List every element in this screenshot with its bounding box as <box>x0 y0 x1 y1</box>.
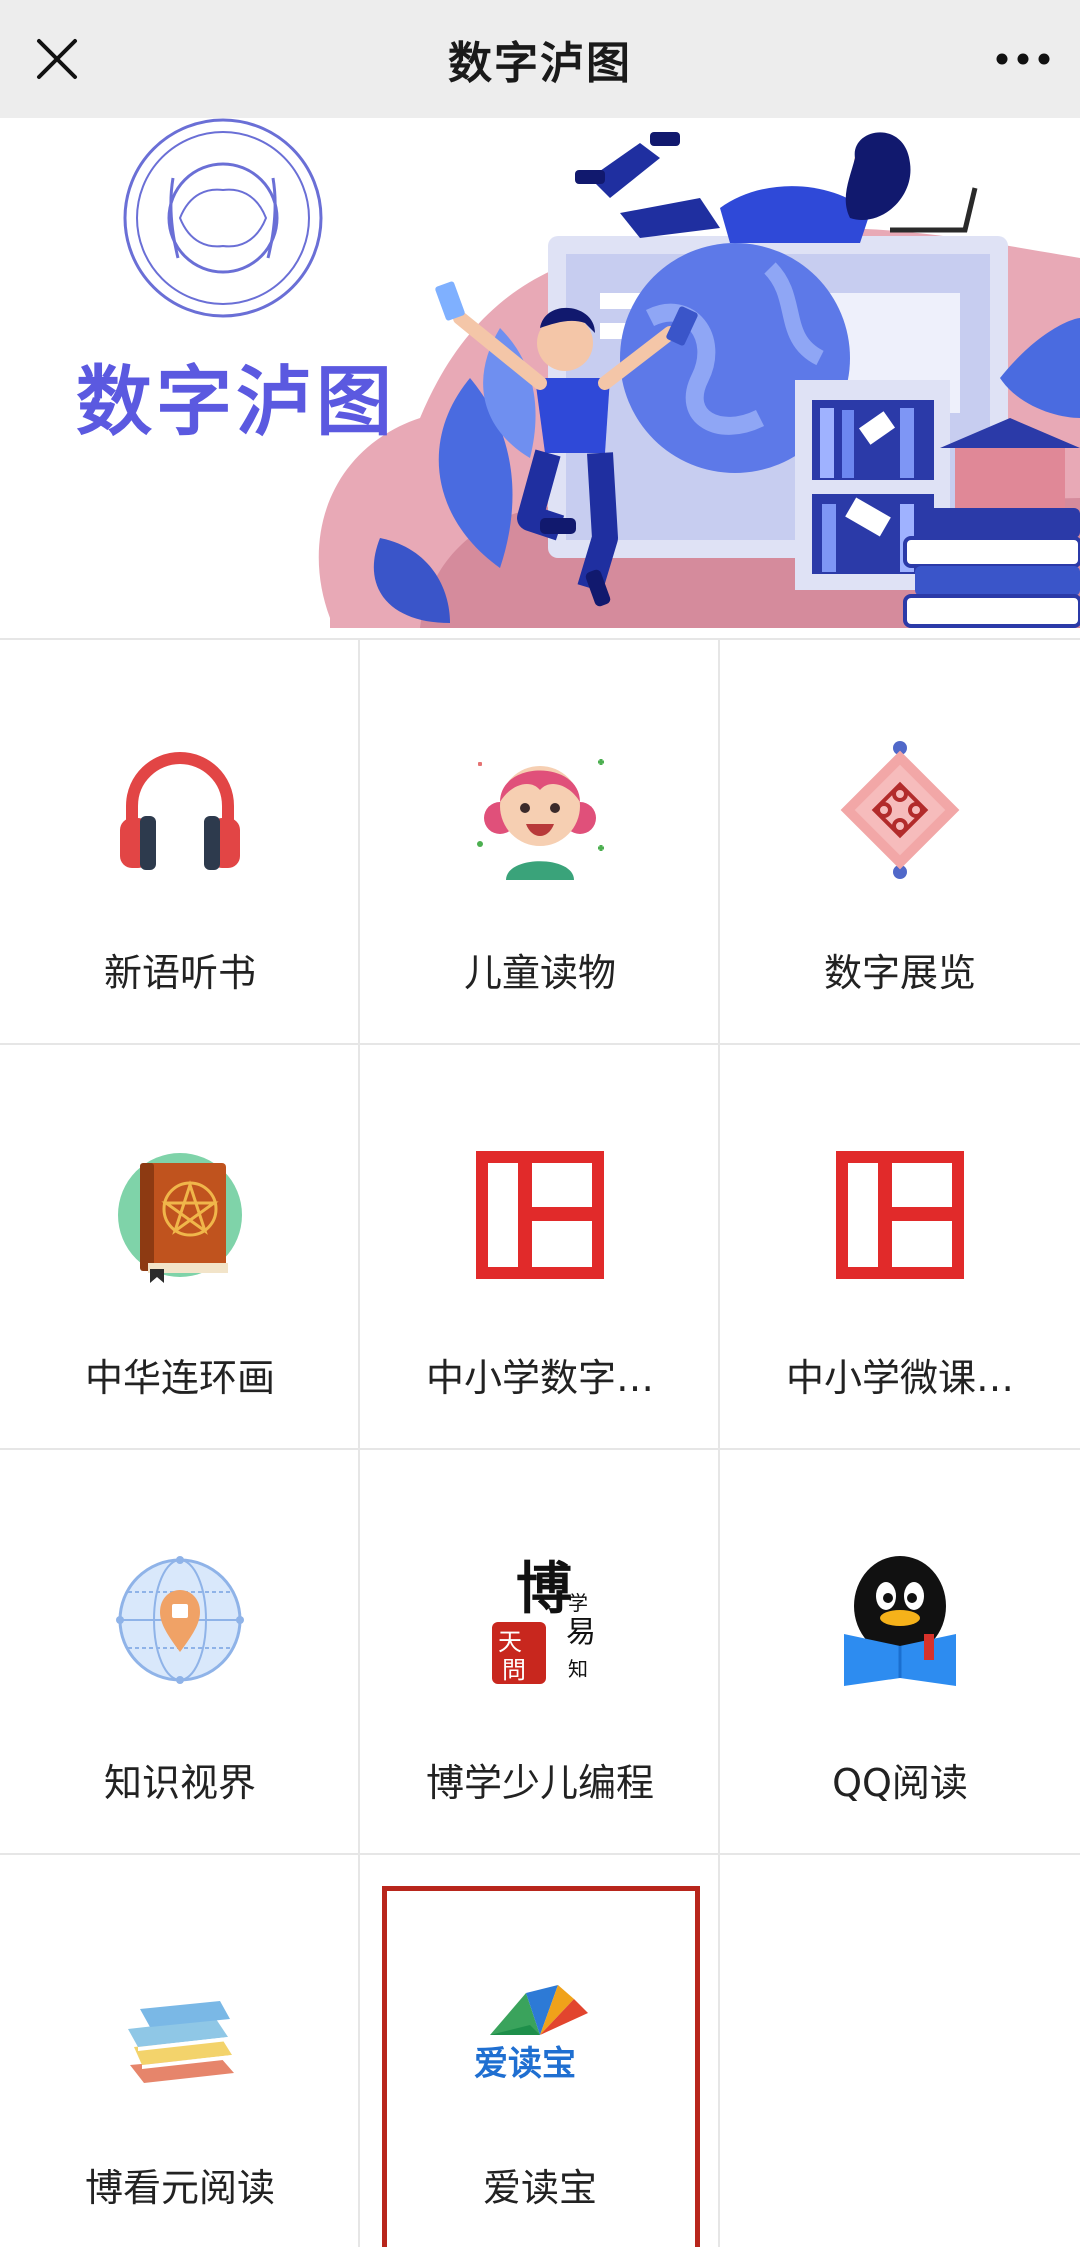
grid-item-boxue-coding[interactable]: 博 学 易 知 天 問 博学少儿编程 <box>360 1450 720 1855</box>
red-frame-logo-icon <box>830 1145 970 1285</box>
svg-text:爱读宝: 爱读宝 <box>474 2044 576 2084</box>
hero-banner[interactable]: 数字泸图 <box>0 118 1080 628</box>
grid-item-xinyu-audiobook[interactable]: 新语听书 <box>0 640 360 1045</box>
aidubao-logo-icon: 爱读宝 <box>470 1955 610 2095</box>
grid-item-qq-reading[interactable]: QQ阅读 <box>720 1450 1080 1855</box>
grid-item-label: 儿童读物 <box>463 951 616 995</box>
grid-item-label: 博看元阅读 <box>84 2166 275 2210</box>
grid-item-label: 新语听书 <box>103 951 256 995</box>
close-icon <box>37 39 77 79</box>
grid-empty-cell <box>720 1855 1080 2247</box>
grid-item-k12-microlessons[interactable]: 中小学微课… <box>720 1045 1080 1450</box>
red-frame-logo-icon <box>470 1145 610 1285</box>
book-stack-icon <box>110 1955 250 2095</box>
grid-item-digital-exhibition[interactable]: 数字展览 <box>720 640 1080 1045</box>
svg-text:学: 学 <box>568 1591 588 1615</box>
grid-item-label: 爱读宝 <box>482 2166 597 2210</box>
grid-item-label: 中小学数字… <box>425 1356 654 1400</box>
book-pentagram-icon <box>110 1145 250 1285</box>
grid-item-chinese-comics[interactable]: 中华连环画 <box>0 1045 360 1450</box>
chinese-knot-icon <box>830 740 970 880</box>
library-seal-logo <box>118 118 328 328</box>
svg-text:問: 問 <box>502 1656 526 1684</box>
service-grid: 新语听书 儿童读物 数字展览 中华连环画 中小学数字… 中小学微课… 知识视界 … <box>0 638 1080 2247</box>
svg-text:知: 知 <box>568 1657 588 1681</box>
banner-title: 数字泸图 <box>76 357 396 446</box>
top-navbar: 数字泸图 <box>0 0 1080 118</box>
grid-item-k12-digital[interactable]: 中小学数字… <box>360 1045 720 1450</box>
girl-face-icon <box>470 740 610 880</box>
penguin-reading-icon <box>830 1550 970 1690</box>
grid-item-label: QQ阅读 <box>832 1761 968 1805</box>
more-options-button[interactable] <box>988 24 1058 94</box>
svg-text:易: 易 <box>566 1615 596 1650</box>
svg-text:天: 天 <box>498 1628 522 1656</box>
more-dots-icon <box>996 53 1050 65</box>
calligraphy-seal-icon: 博 学 易 知 天 問 <box>470 1550 610 1690</box>
grid-item-aidubao[interactable]: 爱读宝 爱读宝 <box>360 1855 720 2247</box>
grid-item-label: 数字展览 <box>823 951 976 995</box>
grid-item-label: 中小学微课… <box>785 1356 1014 1400</box>
close-button[interactable] <box>22 24 92 94</box>
grid-item-knowledge-vision[interactable]: 知识视界 <box>0 1450 360 1855</box>
svg-text:博: 博 <box>516 1556 572 1622</box>
globe-pin-icon <box>110 1550 250 1690</box>
headphones-icon <box>110 740 250 880</box>
page-title: 数字泸图 <box>448 38 632 89</box>
library-seal-icon <box>123 118 323 318</box>
grid-item-bookan-reading[interactable]: 博看元阅读 <box>0 1855 360 2247</box>
grid-item-label: 知识视界 <box>103 1761 256 1805</box>
grid-item-children-books[interactable]: 儿童读物 <box>360 640 720 1045</box>
grid-item-label: 中华连环画 <box>84 1356 275 1400</box>
grid-item-label: 博学少儿编程 <box>425 1761 654 1805</box>
